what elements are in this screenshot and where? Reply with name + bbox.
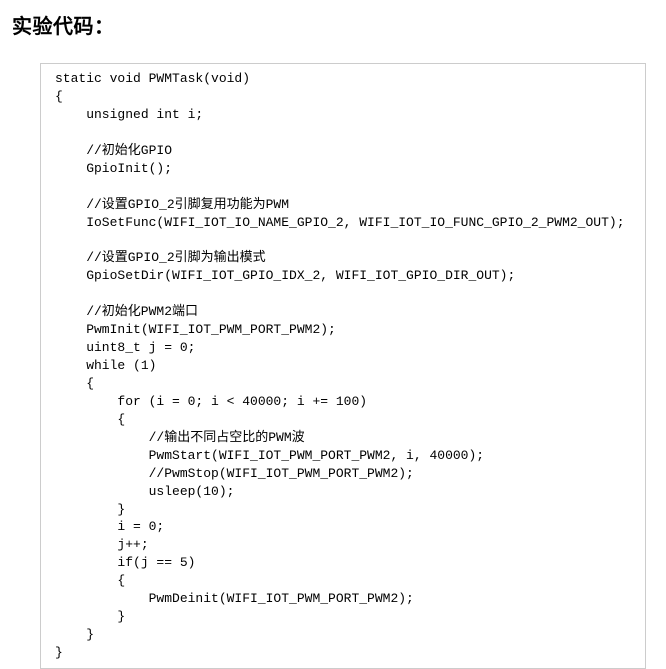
section-heading: 实验代码： bbox=[12, 10, 654, 39]
code-block: static void PWMTask(void) { unsigned int… bbox=[55, 70, 635, 662]
code-container: static void PWMTask(void) { unsigned int… bbox=[40, 63, 646, 669]
